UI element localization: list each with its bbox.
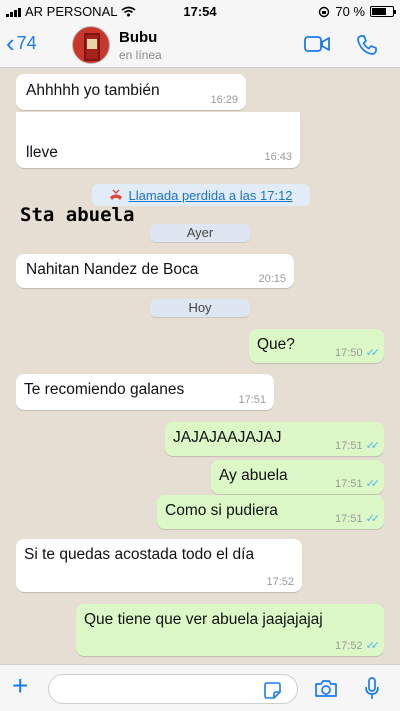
message-text: lleve [26,144,58,161]
message-incoming[interactable]: Nahitan Nandez de Boca 20:15 [16,254,294,288]
overlay-caption: Sta abuela [20,204,135,226]
sticker-icon [264,682,281,699]
back-count: 74 [16,32,37,53]
status-bar: AR PERSONAL 17:54 70 % [0,0,400,22]
message-time: 17:51 [238,394,266,406]
battery-fill [372,8,386,15]
message-outgoing[interactable]: Que? 17:50 ✓✓ [249,329,384,363]
date-separator: Ayer [150,224,250,242]
message-outgoing[interactable]: Ay abuela 17:51 ✓✓ [211,460,384,494]
voice-call-button[interactable] [356,34,378,61]
message-outgoing[interactable]: Que tiene que ver abuela jaajajajaj 17:5… [76,604,384,656]
missed-call-notice[interactable]: Llamada perdida a las 17:12 [92,184,310,206]
message-field[interactable] [48,674,298,704]
contact-name[interactable]: Bubu [119,29,157,46]
message-meta: 17:52 ✓✓ [335,639,381,653]
message-text: Ay abuela [219,467,288,484]
message-meta: 17:51 ✓✓ [335,439,381,453]
message-text: Si te quedas acostada todo el día [24,546,255,563]
battery-icon [370,6,396,17]
camera-icon [315,680,337,697]
message-text: Te recomiendo galanes [24,381,185,398]
missed-call-icon [110,189,123,200]
message-incoming[interactable]: lleve 16:43 [16,112,300,168]
read-ticks-icon: ✓✓ [365,478,381,490]
message-time: 17:51 [335,439,363,452]
composer-bar: + [0,664,400,711]
message-text: Que? [257,336,295,353]
sticker-button[interactable] [264,682,281,704]
message-incoming[interactable]: Si te quedas acostada todo el día 17:52 [16,539,302,592]
message-input[interactable] [59,680,259,698]
date-separator: Hoy [150,299,250,317]
back-button[interactable]: ‹ 74 [6,28,37,58]
voice-note-button[interactable] [364,677,380,706]
redaction-scribble [16,112,300,142]
message-outgoing[interactable]: Como si pudiera 17:51 ✓✓ [157,495,384,529]
message-list[interactable]: Ahhhhh yo también 16:29 lleve 16:43 Llam… [0,68,400,664]
message-outgoing[interactable]: JAJAJAAJAJAJ 17:51 ✓✓ [165,422,384,456]
video-call-button[interactable] [304,34,330,59]
read-ticks-icon: ✓✓ [365,513,381,525]
missed-call-text: Llamada perdida a las 17:12 [128,187,293,203]
message-meta: 17:50 ✓✓ [335,346,381,360]
message-time: 17:52 [266,576,294,588]
battery-percent: 70 % [335,4,365,19]
message-text: Nahitan Nandez de Boca [26,261,199,278]
rotation-lock-icon [319,6,330,17]
message-meta: 17:51 ✓✓ [335,512,381,526]
message-text: Como si pudiera [165,502,278,519]
read-ticks-icon: ✓✓ [365,640,381,652]
message-time: 17:51 [335,477,363,490]
chat-header: ‹ 74 Bubu en línea [0,22,400,68]
message-text: JAJAJAAJAJAJ [173,429,282,446]
message-time: 17:51 [335,512,363,525]
battery-indicator: 70 % [318,4,396,19]
message-time: 16:43 [264,151,292,163]
read-ticks-icon: ✓✓ [365,347,381,359]
camera-button[interactable] [314,679,338,703]
message-text: Que tiene que ver abuela jaajajajaj [84,611,323,628]
message-meta: 17:51 ✓✓ [335,477,381,491]
avatar[interactable] [72,26,110,64]
message-incoming[interactable]: Ahhhhh yo también 16:29 [16,74,246,110]
video-icon [304,36,330,52]
message-time: 20:15 [258,273,286,285]
message-incoming[interactable]: Te recomiendo galanes 17:51 [16,374,274,410]
contact-status: en línea [119,48,162,62]
message-time: 17:52 [335,639,363,652]
chevron-left-icon: ‹ [6,28,15,58]
attach-button[interactable]: + [12,671,28,701]
message-text: Ahhhhh yo también [26,82,160,99]
phone-icon [357,35,377,55]
message-time: 17:50 [335,346,363,359]
read-ticks-icon: ✓✓ [365,440,381,452]
mic-icon [365,677,379,699]
message-time: 16:29 [210,94,238,106]
plus-icon: + [12,670,29,701]
